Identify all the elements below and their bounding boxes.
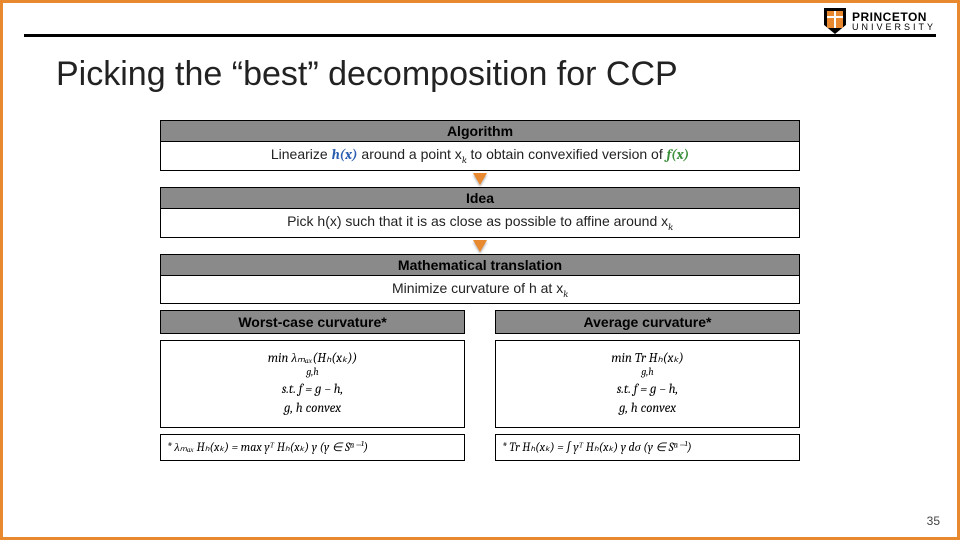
two-column: Worst-case curvature* min λₘₐₓ(Hₕ(xₖ)) g… (160, 310, 800, 461)
princeton-logo: PRINCETON UNIVERSITY (824, 8, 936, 34)
avg-header-box: Average curvature* (495, 310, 800, 334)
top-rule (24, 34, 936, 37)
shield-icon (824, 8, 846, 34)
avg-header: Average curvature* (496, 311, 799, 333)
avg-math: min Tr Hₕ(xₖ) g,h s.t. f = g − h, g, h c… (495, 340, 800, 428)
math-header: Mathematical translation (161, 255, 799, 276)
idea-body: Pick h(x) such that it is as close as po… (161, 209, 799, 237)
slide-title: Picking the “best” decomposition for CCP (56, 55, 678, 94)
worst-math: min λₘₐₓ(Hₕ(xₖ)) g,h s.t. f = g − h, g, … (160, 340, 465, 428)
math-body: Minimize curvature of h at xk (161, 276, 799, 304)
worst-header: Worst-case curvature* (161, 311, 464, 333)
logo-text-bottom: UNIVERSITY (852, 23, 936, 32)
worst-case-column: Worst-case curvature* min λₘₐₓ(Hₕ(xₖ)) g… (160, 310, 465, 461)
arrow-down-icon (473, 240, 487, 252)
algorithm-body: Linearize h(x) around a point xk to obta… (161, 142, 799, 170)
algorithm-header: Algorithm (161, 121, 799, 142)
average-column: Average curvature* min Tr Hₕ(xₖ) g,h s.t… (495, 310, 800, 461)
content-stack: Algorithm Linearize h(x) around a point … (160, 120, 800, 461)
avg-footnote: * Tr Hₕ(xₖ) = ∫ yᵀ Hₕ(xₖ) y dσ (y ∈ Sⁿ⁻¹… (495, 434, 800, 461)
worst-footnote: * λₘₐₓ Hₕ(xₖ) = max yᵀ Hₕ(xₖ) y (y ∈ Sⁿ⁻… (160, 434, 465, 461)
logo-text-top: PRINCETON (852, 11, 936, 23)
worst-header-box: Worst-case curvature* (160, 310, 465, 334)
arrow-down-icon (473, 173, 487, 185)
idea-box: Idea Pick h(x) such that it is as close … (160, 187, 800, 238)
math-translation-box: Mathematical translation Minimize curvat… (160, 254, 800, 305)
idea-header: Idea (161, 188, 799, 209)
algorithm-box: Algorithm Linearize h(x) around a point … (160, 120, 800, 171)
page-number: 35 (927, 514, 940, 528)
